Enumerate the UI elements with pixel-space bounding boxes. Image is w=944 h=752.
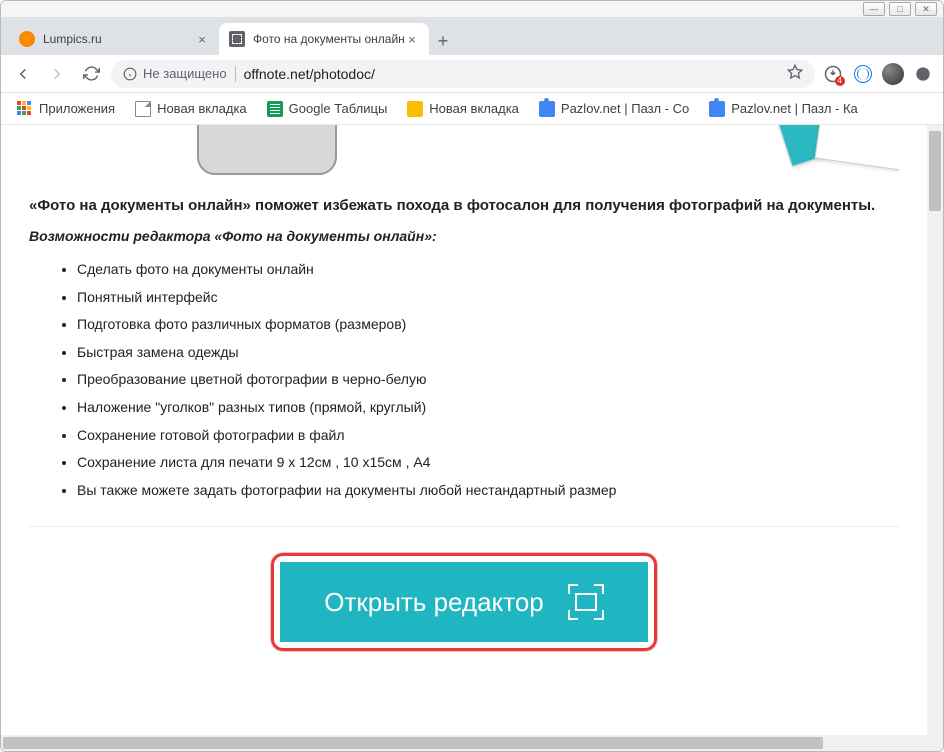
- bookmark-new-tab-2[interactable]: Новая вкладка: [399, 97, 527, 121]
- info-icon: [123, 67, 137, 81]
- security-indicator[interactable]: Не защищено: [123, 66, 227, 81]
- cta-label: Открыть редактор: [324, 587, 544, 618]
- window-maximize-button[interactable]: □: [889, 2, 911, 16]
- bookmark-google-sheets[interactable]: Google Таблицы: [259, 97, 396, 121]
- bookmark-label: Новая вкладка: [429, 101, 519, 116]
- divider: [29, 526, 899, 527]
- viewport: «Фото на документы онлайн» поможет избеж…: [1, 125, 943, 735]
- hero-graphics: [29, 125, 899, 179]
- window-minimize-button[interactable]: —: [863, 2, 885, 16]
- bookmark-label: Новая вкладка: [157, 101, 247, 116]
- new-tab-button[interactable]: +: [429, 27, 457, 55]
- address-bar[interactable]: Не защищено offnote.net/photodoc/: [111, 60, 815, 88]
- separator: [235, 66, 236, 82]
- feature-item: Сохранение листа для печати 9 x 12см , 1…: [77, 453, 899, 473]
- feature-item: Подготовка фото различных форматов (разм…: [77, 315, 899, 335]
- bookmark-star-button[interactable]: [787, 64, 803, 83]
- tab-strip: Lumpics.ru × Фото на документы онлайн × …: [1, 17, 943, 55]
- puzzle-icon: [539, 101, 555, 117]
- bookmark-label: Pazlov.net | Пазл - Со: [561, 101, 689, 116]
- forward-button[interactable]: [43, 60, 71, 88]
- page-heading: «Фото на документы онлайн» поможет избеж…: [29, 197, 899, 214]
- feature-item: Наложение "уголков" разных типов (прямой…: [77, 398, 899, 418]
- photo-illustration: [779, 125, 899, 179]
- device-illustration: [197, 125, 337, 175]
- bookmark-pazlov-2[interactable]: Pazlov.net | Пазл - Ка: [701, 97, 866, 121]
- bookmark-apps[interactable]: Приложения: [9, 97, 123, 121]
- bookmark-pazlov-1[interactable]: Pazlov.net | Пазл - Со: [531, 97, 697, 121]
- back-button[interactable]: [9, 60, 37, 88]
- open-editor-button[interactable]: Открыть редактор: [280, 562, 648, 642]
- bookmark-label: Приложения: [39, 101, 115, 116]
- orange-circle-icon: [19, 31, 35, 47]
- tab-title: Фото на документы онлайн: [253, 32, 405, 46]
- window-close-button[interactable]: ✕: [915, 2, 937, 16]
- page-subheading: Возможности редактора «Фото на документы…: [29, 228, 899, 244]
- feature-item: Преобразование цветной фотографии в черн…: [77, 370, 899, 390]
- page-icon: [135, 101, 151, 117]
- url-text: offnote.net/photodoc/: [244, 66, 779, 82]
- extension-download-button[interactable]: 4: [821, 62, 845, 86]
- window-titlebar: — □ ✕: [1, 1, 943, 17]
- bookmark-label: Google Таблицы: [289, 101, 388, 116]
- toolbar: Не защищено offnote.net/photodoc/ 4: [1, 55, 943, 93]
- browser-window: — □ ✕ Lumpics.ru × Фото на документы онл…: [0, 0, 944, 752]
- photo-crop-icon: [229, 31, 245, 47]
- feature-item: Быстрая замена одежды: [77, 343, 899, 363]
- horizontal-scrollbar[interactable]: [1, 735, 943, 751]
- profile-avatar-button[interactable]: [881, 62, 905, 86]
- vertical-scrollbar[interactable]: [927, 125, 943, 735]
- bookmark-new-tab-1[interactable]: Новая вкладка: [127, 97, 255, 121]
- yellow-square-icon: [407, 101, 423, 117]
- feature-item: Вы также можете задать фотографии на док…: [77, 481, 899, 501]
- tab-title: Lumpics.ru: [43, 32, 195, 46]
- bookmark-label: Pazlov.net | Пазл - Ка: [731, 101, 858, 116]
- globe-icon: [854, 65, 872, 83]
- feature-item: Сохранение готовой фотографии в файл: [77, 426, 899, 446]
- puzzle-icon: [709, 101, 725, 117]
- feature-item: Сделать фото на документы онлайн: [77, 260, 899, 280]
- scroll-thumb[interactable]: [929, 131, 941, 211]
- tab-photodoc[interactable]: Фото на документы онлайн ×: [219, 23, 429, 55]
- apps-grid-icon: [17, 101, 33, 117]
- reload-button[interactable]: [77, 60, 105, 88]
- security-label: Не защищено: [143, 66, 227, 81]
- bookmarks-bar: Приложения Новая вкладка Google Таблицы …: [1, 93, 943, 125]
- cta-container: Открыть редактор: [29, 553, 899, 651]
- focus-frame-icon: [568, 584, 604, 620]
- menu-button[interactable]: [911, 62, 935, 86]
- tab-close-button[interactable]: ×: [195, 32, 209, 46]
- cta-highlight-outline: Открыть редактор: [271, 553, 657, 651]
- scroll-thumb-horizontal[interactable]: [3, 737, 823, 749]
- feature-item: Понятный интерфейс: [77, 288, 899, 308]
- tab-close-button[interactable]: ×: [405, 32, 419, 46]
- tab-lumpics[interactable]: Lumpics.ru ×: [9, 23, 219, 55]
- avatar-icon: [882, 63, 904, 85]
- extension-badge: 4: [835, 76, 845, 86]
- feature-list: Сделать фото на документы онлайн Понятны…: [29, 260, 899, 500]
- page-content: «Фото на документы онлайн» поможет избеж…: [1, 125, 927, 735]
- sheets-icon: [267, 101, 283, 117]
- extension-globe-button[interactable]: [851, 62, 875, 86]
